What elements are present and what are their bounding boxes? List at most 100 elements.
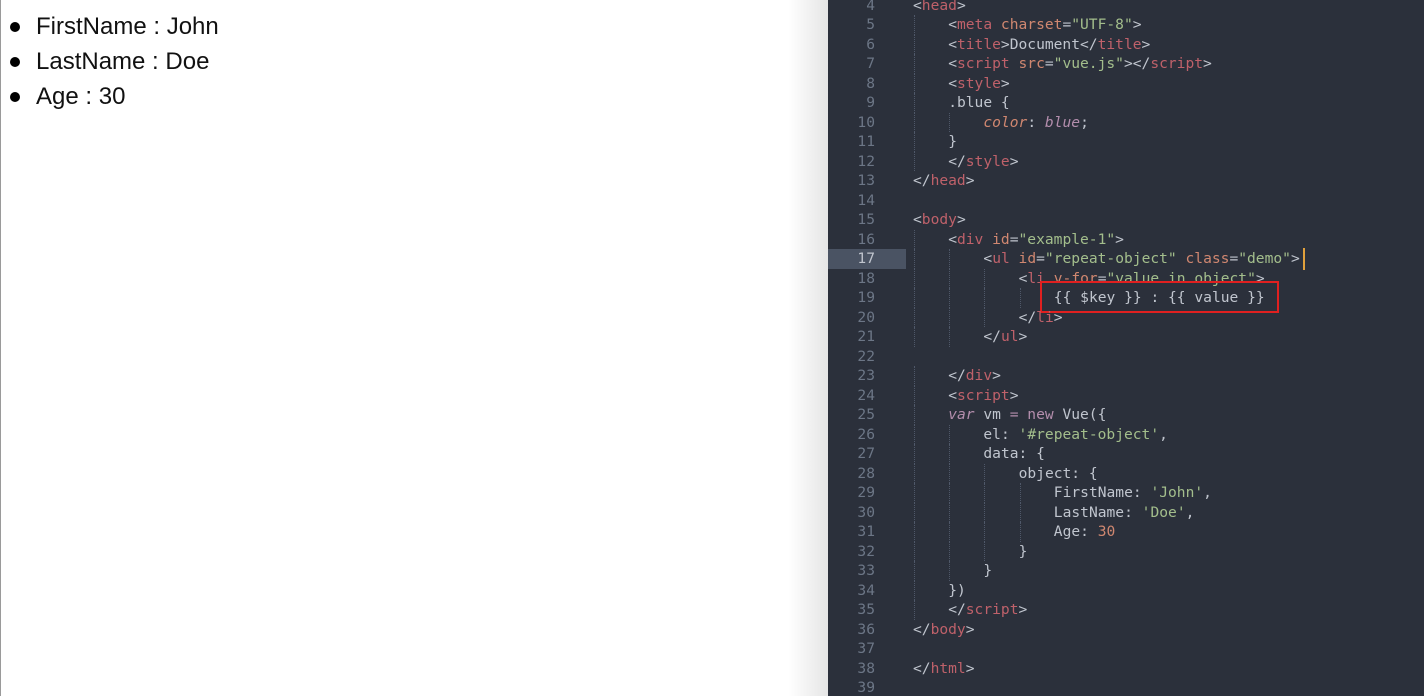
code-token: "demo" xyxy=(1238,250,1291,267)
indent-guide xyxy=(984,541,986,561)
line-number: 16 xyxy=(857,230,875,248)
code-line[interactable]: 26 el: '#repeat-object', xyxy=(828,424,1424,444)
code-line[interactable]: 32} xyxy=(828,541,1424,561)
line-number: 34 xyxy=(857,581,875,599)
code-line[interactable]: 14 xyxy=(828,191,1424,211)
code-line[interactable]: 35 </script> xyxy=(828,600,1424,620)
code-token: = xyxy=(1062,16,1072,33)
code-line[interactable]: 8 <style> xyxy=(828,73,1424,94)
code-token: < xyxy=(948,230,957,248)
indent-guide xyxy=(1019,288,1021,308)
indent-guide xyxy=(914,327,915,347)
code-token: > xyxy=(1000,35,1010,53)
code-line[interactable]: 24 <script> xyxy=(828,385,1424,405)
code-line[interactable]: 28 object: { xyxy=(828,463,1424,483)
code-line[interactable]: 38 </html> xyxy=(828,659,1424,679)
indent-guide xyxy=(984,268,986,288)
indent-guide xyxy=(914,54,915,74)
code-line[interactable]: 33} xyxy=(828,561,1424,581)
indent-guide xyxy=(914,15,915,35)
line-number: 35 xyxy=(857,601,875,618)
code-line[interactable]: 13 </head> xyxy=(828,171,1424,191)
code-line[interactable]: 15 <body> xyxy=(828,210,1424,230)
code-token: > xyxy=(1018,328,1028,345)
code-line[interactable]: 9 .blue { xyxy=(828,93,1424,113)
indent-guide xyxy=(914,483,915,503)
code-line[interactable]: 20 </li> xyxy=(828,307,1424,327)
code-token: < xyxy=(948,55,957,72)
indent-guide xyxy=(949,502,951,522)
item-value: John xyxy=(166,13,219,40)
indent-guide xyxy=(949,268,951,288)
line-number: 31 xyxy=(857,523,875,540)
line-number: 15 xyxy=(857,211,875,228)
code-line[interactable]: 31 Age: 30 xyxy=(828,522,1424,542)
code-token: = xyxy=(1044,55,1054,72)
indent-guide xyxy=(914,229,915,249)
code-token: > xyxy=(1018,601,1028,618)
code-token: new xyxy=(1018,406,1054,423)
code-editor[interactable]: 4 <head> 5 <meta charset="UTF-8"> 6 <title>Do… xyxy=(828,0,1424,696)
line-number: 38 xyxy=(857,659,875,677)
code-line[interactable]: 23 </div> xyxy=(828,366,1424,386)
item-key: FirstName xyxy=(36,13,147,40)
code-text: data: { xyxy=(983,444,1045,464)
indent-guide xyxy=(949,444,951,464)
line-number: 39 xyxy=(857,679,875,696)
code-line[interactable]: 5 <meta charset="UTF-8"> xyxy=(828,15,1424,35)
code-line[interactable]: 22 xyxy=(828,347,1424,367)
item-value: Doe xyxy=(165,48,210,75)
code-line[interactable]: 4 <head> xyxy=(828,0,1424,15)
indent-guide xyxy=(1019,483,1021,503)
code-line[interactable]: 30 LastName: 'Doe', xyxy=(828,502,1424,522)
code-token: = xyxy=(1009,406,1019,423)
indent-guide xyxy=(949,424,951,444)
code-token: script xyxy=(1150,55,1204,72)
indent-guide xyxy=(914,502,915,522)
bullet-icon xyxy=(10,92,20,102)
line-number: 19 xyxy=(857,289,875,306)
code-line[interactable]: 17 <ul id="repeat-object" class="demo"> xyxy=(828,249,1424,269)
code-token: </ xyxy=(913,659,931,677)
code-line[interactable]: 34}) xyxy=(828,580,1424,600)
list-item: FirstName : John xyxy=(9,9,219,44)
code-line[interactable]: 12 </style> xyxy=(828,151,1424,171)
code-line[interactable]: 6 <title>Document</title> xyxy=(828,34,1424,54)
item-separator: : xyxy=(146,13,167,40)
code-token: el: xyxy=(983,425,1019,443)
code-line[interactable]: 7 <script src="vue.js"></script> xyxy=(828,54,1424,74)
code-token: < xyxy=(913,211,922,228)
code-token: } xyxy=(1018,542,1028,560)
code-line[interactable]: 29 FirstName: 'John', xyxy=(828,483,1424,503)
code-line[interactable]: 16 <div id="example-1"> xyxy=(828,229,1424,249)
code-token: , xyxy=(1203,484,1212,501)
code-line[interactable]: 25 var vm = new Vue({ xyxy=(828,405,1424,425)
code-line[interactable]: 27 data: { xyxy=(828,444,1424,464)
code-token: LastName: xyxy=(1053,503,1142,521)
code-line[interactable]: 39 xyxy=(828,678,1424,696)
code-text: </script> xyxy=(948,600,1027,620)
code-line[interactable]: 36 </body> xyxy=(828,620,1424,640)
code-line[interactable]: 11} xyxy=(828,132,1424,152)
indent-guide xyxy=(984,463,986,483)
code-token: 'Doe' xyxy=(1141,503,1186,521)
code-text: <script src="vue.js"></script> xyxy=(948,54,1212,74)
indent-guide xyxy=(914,580,915,600)
code-line[interactable]: 21 </ul> xyxy=(828,327,1424,347)
code-token: body xyxy=(930,620,966,638)
code-text: <style> xyxy=(948,74,1010,94)
indent-guide xyxy=(914,561,915,581)
code-text: <body> xyxy=(913,210,966,230)
indent-guide xyxy=(1019,522,1021,542)
line-number: 10 xyxy=(857,113,875,131)
indent-guide xyxy=(984,483,986,503)
code-token: , xyxy=(1185,503,1195,521)
code-line[interactable]: 10 color: blue; xyxy=(828,112,1424,132)
code-line[interactable]: 37 xyxy=(828,639,1424,659)
code-token: var xyxy=(948,406,975,423)
indent-guide xyxy=(949,249,951,269)
code-text: </body> xyxy=(913,620,975,640)
code-token: head xyxy=(921,0,957,14)
code-token: = xyxy=(1009,230,1019,248)
code-token: body xyxy=(921,211,957,228)
